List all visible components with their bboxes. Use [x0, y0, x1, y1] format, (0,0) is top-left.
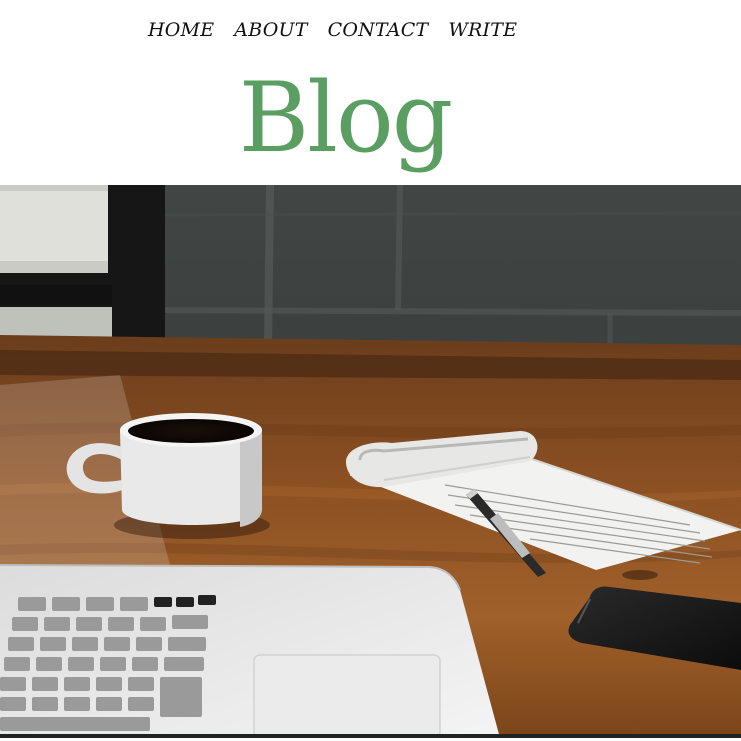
nav-home-link[interactable]: HOME: [148, 19, 214, 41]
top-nav: HOME ABOUT CONTACT WRITE: [148, 16, 517, 44]
nav-write-link[interactable]: WRITE: [448, 19, 517, 41]
nav-about-link[interactable]: ABOUT: [234, 19, 307, 41]
nav-contact-link[interactable]: CONTACT: [328, 19, 429, 41]
page: HOME ABOUT CONTACT WRITE Blog: [0, 0, 741, 741]
page-title: Blog: [238, 62, 454, 174]
hero-illustration: [0, 185, 741, 738]
hero-image: [0, 185, 741, 738]
